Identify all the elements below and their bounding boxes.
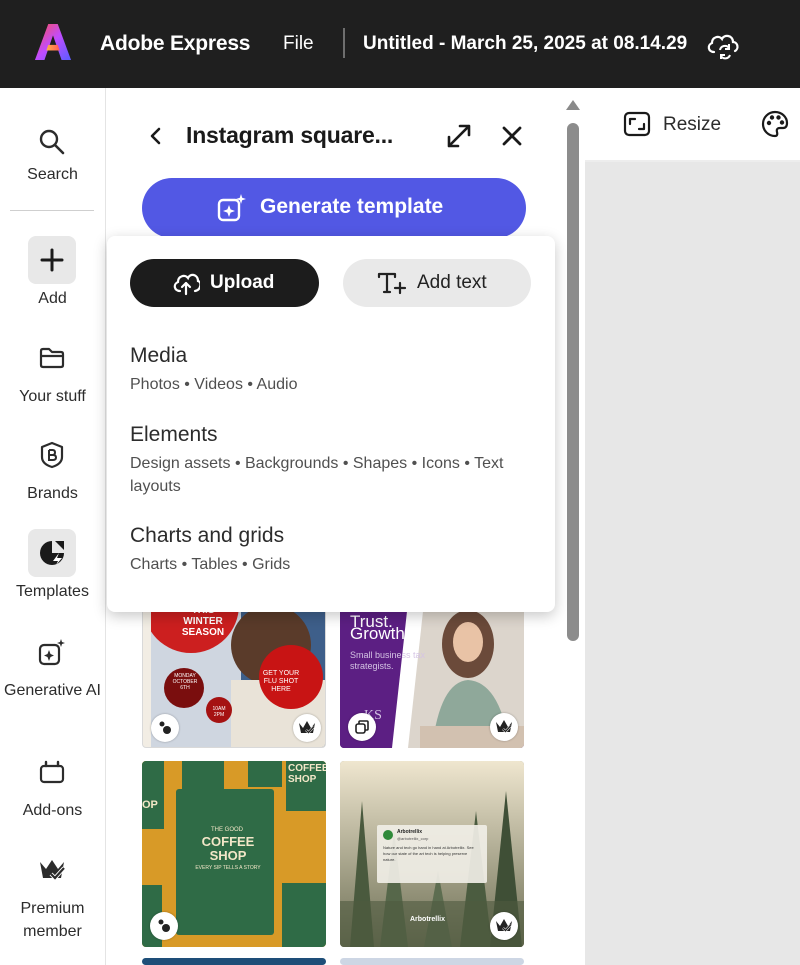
template-tile-forest[interactable]: Arbotrellix @arbotrellix_corp Nature and… (340, 761, 524, 947)
app-name: Adobe Express (100, 32, 251, 55)
add-text-label: Add text (417, 272, 487, 293)
sparkle-icon (28, 628, 76, 676)
menu-item-media[interactable]: Media Photos • Videos • Audio (130, 343, 530, 396)
tile-brand: COFFEE SHOP (201, 834, 255, 863)
panel-scrollbar-thumb[interactable] (567, 123, 579, 641)
topbar-divider (343, 28, 345, 58)
brand-icon (28, 431, 76, 479)
animation-badge-icon (150, 912, 178, 940)
rail-label-your-stuff: Your stuff (19, 388, 86, 405)
multipage-badge-icon (348, 713, 376, 741)
rail-item-your-stuff[interactable]: Your stuff (0, 334, 105, 409)
rail-item-generative-ai[interactable]: Generative AI (0, 628, 105, 723)
template-tile-coffee-shop[interactable]: THE GOOD COFFEE SHOP EVERY SIP TELLS A S… (142, 761, 326, 947)
rail-label-templates: Templates (16, 583, 89, 600)
rail-label-brands: Brands (27, 485, 78, 502)
menu-title: Media (130, 344, 188, 367)
resize-button[interactable]: Resize (663, 114, 721, 136)
tile-subtitle: Small business tax strategists. (350, 650, 426, 671)
expand-icon[interactable] (445, 122, 473, 150)
panel-title: Instagram square... (186, 122, 394, 148)
cloud-sync-icon[interactable] (705, 28, 741, 60)
rail-label-add: Add (38, 290, 67, 307)
cloud-upload-icon (173, 273, 200, 296)
addons-icon (28, 748, 76, 796)
tile-card-subtitle: @arbotrellix_corp (397, 836, 429, 841)
upload-label: Upload (210, 272, 275, 293)
close-icon[interactable] (500, 124, 524, 148)
adobe-express-logo-icon[interactable] (34, 22, 72, 62)
add-menu-popover: Upload Add text Media Photos • Videos • … (107, 236, 555, 612)
rail-label-search: Search (27, 166, 78, 183)
generate-template-label: Generate template (260, 195, 444, 218)
rail-divider (10, 210, 94, 211)
search-icon (28, 118, 76, 166)
tile-cta: GET YOUR FLU SHOT HERE (262, 670, 300, 693)
menu-subtitle: Design assets • Backgrounds • Shapes • I… (130, 455, 504, 495)
design-canvas[interactable] (585, 162, 800, 965)
rail-label-add-ons: Add-ons (22, 802, 83, 819)
menu-title: Elements (130, 423, 218, 446)
generate-sparkle-icon (217, 194, 246, 222)
rail-item-premium-member[interactable]: Premium member (0, 846, 105, 946)
premium-crown-icon (490, 713, 518, 741)
tile-card-body: Nature and tech go hand in hand at Arbot… (383, 845, 474, 862)
menu-item-elements[interactable]: Elements Design assets • Backgrounds • S… (130, 422, 530, 498)
rail-item-add-ons[interactable]: Add-ons (0, 748, 105, 823)
leaf-logo-icon (383, 830, 393, 840)
tile-heading-2: Growth. (350, 624, 410, 643)
template-tile-partial[interactable] (340, 958, 524, 965)
add-text-icon (377, 272, 407, 295)
premium-crown-icon (490, 912, 518, 940)
tile-tagline: EVERY SIP TELLS A STORY (195, 865, 261, 871)
tile-footer-brand: Arbotrellix (410, 916, 446, 923)
generate-template-button[interactable]: Generate template (142, 178, 526, 238)
upload-button[interactable]: Upload (130, 259, 319, 307)
plus-icon (28, 236, 76, 284)
tile-top-text: THE GOOD (210, 827, 243, 833)
rail-item-add[interactable]: Add (0, 236, 105, 311)
menu-item-charts-and-grids[interactable]: Charts and grids Charts • Tables • Grids (130, 523, 530, 576)
templates-icon (28, 529, 76, 577)
resize-icon[interactable] (623, 111, 651, 137)
back-arrow-icon[interactable] (143, 122, 169, 150)
premium-crown-icon (293, 714, 321, 742)
menu-subtitle: Charts • Tables • Grids (130, 556, 291, 573)
file-menu[interactable]: File (283, 33, 314, 55)
animation-badge-icon (151, 714, 179, 742)
menu-title: Charts and grids (130, 524, 285, 547)
rail-item-brands[interactable]: Brands (0, 431, 105, 506)
folder-icon (28, 334, 76, 382)
tile-left-text: OP (142, 799, 158, 811)
rail-label-premium-member: Premium member (20, 900, 85, 940)
crown-icon (28, 846, 76, 894)
tile-side-text: COFFEE SHOP (288, 763, 326, 785)
rail-item-search[interactable]: Search (0, 118, 105, 190)
tile-time: 10AM 2PM (212, 706, 226, 718)
add-text-button[interactable]: Add text (343, 259, 531, 307)
palette-icon[interactable] (761, 110, 789, 138)
rail-item-templates[interactable]: Templates (0, 529, 105, 604)
tile-card-title: Arbotrellix (397, 829, 423, 835)
scroll-up-arrow-icon[interactable] (566, 100, 580, 110)
top-bar: Adobe Express File Untitled - March 25, … (0, 0, 800, 88)
rail-label-generative-ai: Generative AI (4, 682, 101, 699)
tile-date: MONDAY OCTOBER 6TH (172, 673, 198, 691)
left-rail (0, 88, 106, 965)
template-tile-partial[interactable] (142, 958, 326, 965)
tile-card: Arbotrellix @arbotrellix_corp Nature and… (377, 825, 487, 883)
menu-subtitle: Photos • Videos • Audio (130, 376, 298, 393)
document-title[interactable]: Untitled - March 25, 2025 at 08.14.29 (363, 33, 687, 55)
